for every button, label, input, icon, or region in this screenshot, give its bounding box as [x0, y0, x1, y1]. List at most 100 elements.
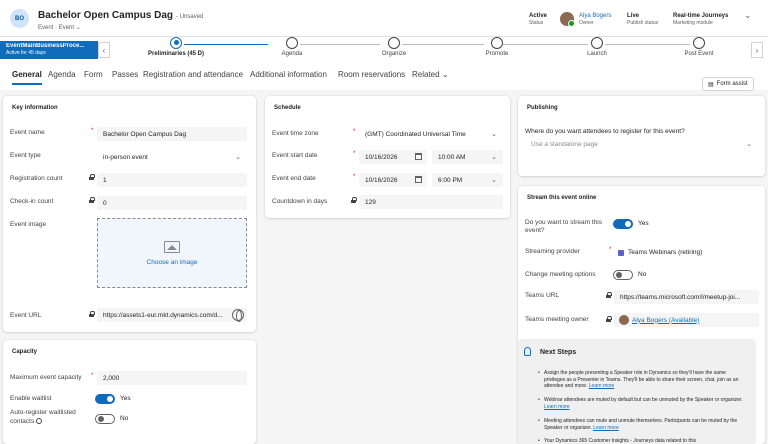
lightbulb-icon — [524, 347, 531, 356]
globe-icon[interactable] — [232, 309, 244, 322]
event-type-select[interactable]: in-person event ⌄ — [97, 150, 247, 164]
owner-label: Owner — [579, 20, 594, 26]
owner-link[interactable]: Alya Bogers — [579, 12, 611, 20]
form-assist-button[interactable]: ▤ Form assist — [702, 77, 754, 91]
next-step-item: Meeting attendees can mute and unmute th… — [538, 418, 746, 431]
change-meeting-options-toggle[interactable] — [613, 270, 633, 280]
auto-register-value: No — [120, 415, 129, 422]
max-capacity-field[interactable]: 2,000 — [97, 371, 247, 385]
change-meeting-options-value: No — [638, 271, 647, 278]
start-time-value: 10:00 AM — [438, 153, 466, 161]
header-owner: Alya Bogers Owner — [579, 12, 611, 27]
business-process-bar: EventMainBusinessProce... Active for 45 … — [0, 36, 768, 62]
stage-circle-icon — [591, 37, 603, 49]
auto-register-toggle[interactable] — [95, 414, 115, 424]
teams-owner-link[interactable]: Alya Bogers (Available) — [632, 317, 699, 324]
record-title-text: Bachelor Open Campus Dag — [38, 10, 174, 21]
calendar-icon[interactable] — [415, 176, 422, 183]
module-value: Real-time Journeys — [673, 13, 729, 19]
module-label: Marketing module — [673, 20, 713, 26]
stage-label: Preliminaries (45 D) — [147, 51, 205, 57]
process-prev-chevron-icon[interactable]: ‹ — [98, 42, 110, 58]
streaming-provider-label: Streaming provider — [525, 248, 580, 255]
tab-related-label: Related — [412, 70, 440, 79]
teams-url-label: Teams URL — [525, 292, 559, 299]
tab-related[interactable]: Related ⌄ — [412, 70, 449, 79]
process-flag-subtitle: Active for 45 days — [6, 50, 46, 56]
next-step-item: Your Dynamics 365 Customer Insights - Jo… — [538, 438, 746, 444]
start-time-select[interactable]: 10:00 AM ⌄ — [432, 150, 503, 164]
section-title: Capacity — [12, 349, 38, 355]
chevron-down-icon: ⌄ — [491, 154, 497, 161]
stage-organize[interactable]: Organize — [364, 37, 424, 57]
stream-toggle[interactable] — [613, 219, 633, 229]
stage-agenda[interactable]: Agenda — [262, 37, 322, 57]
section-title: Publishing — [527, 105, 558, 111]
form-selector-chevron-icon[interactable]: ⌄ — [76, 25, 81, 31]
event-type-label: Event type — [10, 152, 41, 159]
process-flag[interactable]: EventMainBusinessProce... Active for 45 … — [0, 41, 98, 59]
timezone-select[interactable]: (GMT) Coordinated Universal Time ⌄ — [359, 127, 503, 141]
record-avatar: BO — [10, 9, 29, 28]
tab-registration-attendance[interactable]: Registration and attendance — [143, 70, 243, 79]
header-marketing-module: Real-time Journeys Marketing module — [673, 12, 728, 27]
lock-icon — [351, 197, 357, 203]
publishing-question: Where do you want attendees to register … — [525, 128, 685, 135]
capacity-section: Capacity Maximum event capacity * 2,000 … — [3, 340, 256, 444]
learn-more-link[interactable]: Learn more — [593, 425, 619, 431]
tab-form[interactable]: Form — [84, 70, 103, 79]
countdown-label: Countdown in days — [272, 198, 328, 205]
schedule-section: Schedule Event time zone * (GMT) Coordin… — [265, 96, 510, 218]
process-next-chevron-icon[interactable]: › — [751, 42, 763, 58]
event-image-dropzone[interactable]: Choose an image — [97, 218, 247, 288]
event-name-label: Event name — [10, 129, 45, 136]
owner-avatar — [619, 315, 629, 325]
next-step-text: Meeting attendees can mute and unmute th… — [544, 418, 738, 431]
key-information-section: Key information Event name * Bachelor Op… — [3, 96, 256, 332]
start-date-field[interactable]: 10/16/2026 — [359, 150, 427, 164]
next-step-text: Your Dynamics 365 Customer Insights - Jo… — [544, 438, 697, 444]
calendar-icon[interactable] — [415, 153, 422, 160]
info-icon[interactable] — [36, 418, 43, 425]
teams-owner-field[interactable]: Alya Bogers (Available) — [614, 313, 759, 327]
learn-more-link[interactable]: Learn more — [544, 404, 570, 410]
stage-promote[interactable]: Promote — [467, 37, 527, 57]
expand-header-chevron-icon[interactable]: ⌄ — [744, 10, 752, 21]
max-capacity-label: Maximum event capacity — [10, 374, 82, 381]
chevron-down-icon: ⌄ — [491, 131, 497, 138]
tab-passes[interactable]: Passes — [112, 70, 138, 79]
registration-location-placeholder: Use a standalone page — [531, 140, 598, 148]
image-icon — [164, 240, 180, 253]
publishing-section: Publishing Where do you want attendees t… — [518, 96, 765, 176]
learn-more-link[interactable]: Learn more — [589, 383, 615, 389]
tab-room-reservations[interactable]: Room reservations — [338, 70, 405, 79]
teams-icon — [618, 250, 624, 256]
auto-register-label-text: contacts — [10, 418, 35, 425]
tab-general[interactable]: General — [12, 70, 42, 85]
form-selector[interactable]: Event — [59, 25, 74, 31]
checkin-count-label: Check-in count — [10, 198, 54, 205]
tab-additional-information[interactable]: Additional information — [250, 70, 327, 79]
end-date-field[interactable]: 10/16/2026 — [359, 173, 427, 187]
start-date-label: Event start date — [272, 152, 318, 159]
stage-post-event[interactable]: Post Event — [669, 37, 729, 57]
teams-url-field: https://teams.microsoft.com/l/meetup-joi… — [614, 290, 759, 304]
status-value: Active — [529, 13, 548, 19]
event-name-field[interactable]: Bachelor Open Campus Dag — [97, 127, 247, 141]
related-chevron-down-icon: ⌄ — [441, 70, 449, 79]
registration-location-select[interactable]: Use a standalone page ⌄ — [525, 137, 758, 151]
streaming-provider-value[interactable]: Teams Webinars (retiring) — [628, 249, 702, 256]
tab-agenda[interactable]: Agenda — [48, 70, 76, 79]
end-time-select[interactable]: 6:00 PM ⌄ — [432, 173, 503, 187]
stage-preliminaries[interactable]: Preliminaries (45 D) — [146, 37, 206, 57]
stream-question-label: Do you want to stream this event? — [525, 219, 602, 234]
stage-launch[interactable]: Launch — [567, 37, 627, 57]
required-indicator: * — [609, 247, 612, 253]
enable-waitlist-toggle[interactable] — [95, 394, 115, 404]
stage-circle-icon — [693, 37, 705, 49]
choose-image-link[interactable]: Choose an image — [147, 259, 198, 266]
publish-label: Publish status — [627, 20, 659, 26]
chevron-down-icon: ⌄ — [235, 154, 241, 161]
stage-label: Agenda — [281, 51, 303, 57]
required-indicator: * — [91, 128, 94, 134]
